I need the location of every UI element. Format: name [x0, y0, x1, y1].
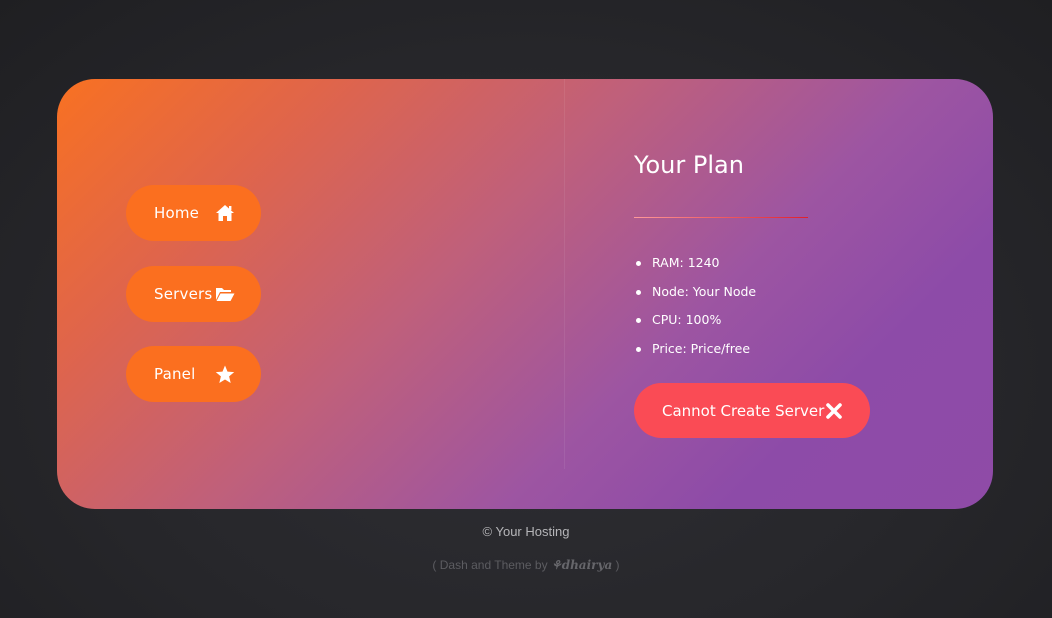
home-icon — [215, 203, 235, 223]
close-icon — [826, 402, 842, 419]
plan-title-underline — [634, 217, 808, 218]
panel-button[interactable]: Panel — [126, 346, 261, 402]
create-server-button[interactable]: Cannot Create Server — [634, 383, 870, 438]
home-button-label: Home — [154, 204, 200, 222]
folder-open-icon — [215, 284, 235, 304]
footer-credit-author[interactable]: ⚘dhairya — [551, 558, 612, 572]
plan-spec-ram: RAM: 1240 — [634, 253, 756, 282]
footer-copyright: © Your Hosting — [482, 524, 570, 539]
create-server-button-label: Cannot Create Server — [662, 401, 825, 420]
servers-button[interactable]: Servers — [126, 266, 261, 322]
plan-title: Your Plan — [634, 151, 744, 179]
main-card: Home Servers Panel Your Plan RAM: 1240 N — [57, 79, 993, 509]
footer-credit: ( Dash and Theme by ⚘dhairya ) — [0, 558, 1052, 572]
plan-spec-price: Price: Price/free — [634, 339, 756, 368]
plan-spec-cpu: CPU: 100% — [634, 310, 756, 339]
servers-button-label: Servers — [154, 285, 213, 303]
footer-credit-suffix: ) — [612, 558, 620, 572]
footer-credit-prefix: ( Dash and Theme by — [432, 558, 551, 572]
plan-spec-list: RAM: 1240 Node: Your Node CPU: 100% Pric… — [634, 253, 756, 367]
card-divider — [564, 79, 565, 469]
star-icon — [215, 364, 235, 384]
home-button[interactable]: Home — [126, 185, 261, 241]
plan-spec-node: Node: Your Node — [634, 282, 756, 311]
panel-button-label: Panel — [154, 365, 196, 383]
